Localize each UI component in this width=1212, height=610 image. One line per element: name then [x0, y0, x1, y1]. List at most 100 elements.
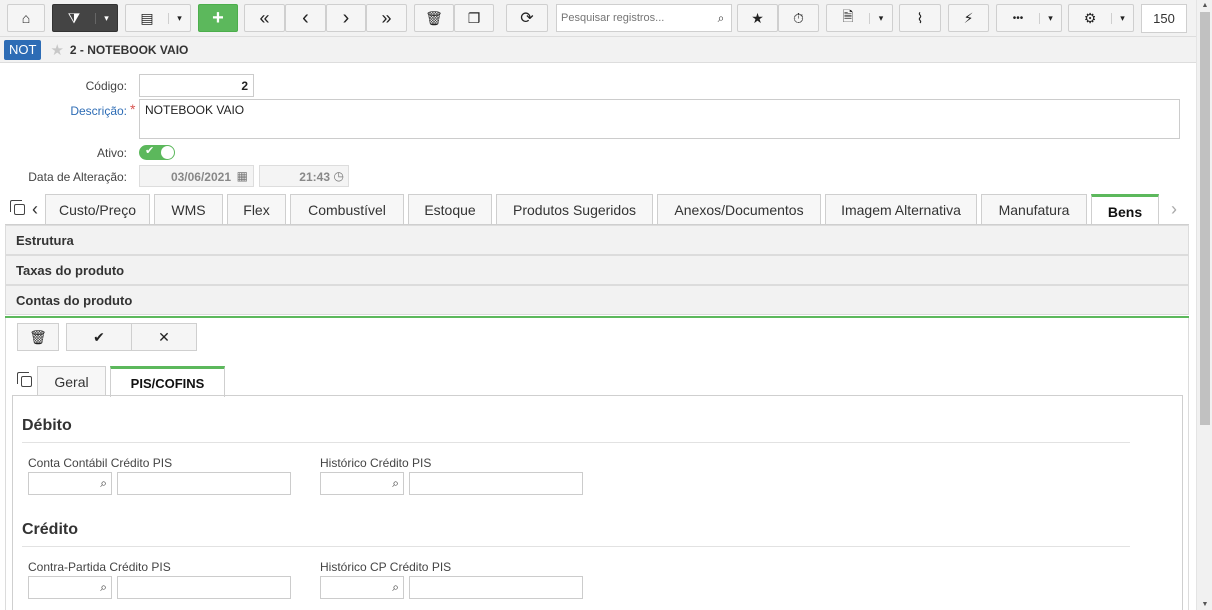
- copy-tabs-icon[interactable]: [10, 200, 25, 215]
- tab-imagem-alternativa[interactable]: Imagem Alternativa: [825, 194, 977, 225]
- accordion-taxas-produto[interactable]: Taxas do produto: [5, 255, 1189, 285]
- historico-cp-credito-pis-input[interactable]: ⌕: [320, 576, 404, 599]
- contra-partida-credito-pis-description: [117, 576, 291, 599]
- data-alteracao-label: Data de Alteração:: [28, 170, 127, 184]
- more-button[interactable]: ••• ▾: [996, 4, 1062, 32]
- trash-icon: 🗑: [425, 9, 443, 26]
- contra-partida-credito-pis-label: Contra-Partida Crédito PIS: [28, 560, 171, 574]
- tab-estoque[interactable]: Estoque: [408, 194, 492, 225]
- historico-cp-credito-pis-description: [409, 576, 583, 599]
- home-button[interactable]: ⌂: [7, 4, 45, 32]
- record-header: NOT ★ 2 - NOTEBOOK VAIO: [0, 37, 1196, 63]
- historico-credito-pis-description: [409, 472, 583, 495]
- duplicate-button[interactable]: ❐: [454, 4, 494, 32]
- subtab-pis-cofins[interactable]: PIS/COFINS: [110, 366, 225, 397]
- delete-row-button[interactable]: 🗑: [17, 323, 59, 351]
- chevron-down-icon: ▾: [95, 12, 117, 24]
- required-mark: *: [130, 101, 136, 117]
- descricao-textarea[interactable]: NOTEBOOK VAIO: [139, 99, 1180, 139]
- codigo-field[interactable]: 2: [139, 74, 254, 97]
- record-title: 2 - NOTEBOOK VAIO: [69, 42, 189, 57]
- record-count[interactable]: 150: [1141, 4, 1187, 33]
- ativo-toggle[interactable]: ✔: [139, 145, 175, 160]
- tab-combustivel[interactable]: Combustível: [290, 194, 404, 225]
- confirm-button[interactable]: ✔: [66, 323, 132, 351]
- historico-credito-pis-label: Histórico Crédito PIS: [320, 456, 432, 470]
- double-chevron-right-icon: »: [381, 7, 392, 28]
- tab-bens[interactable]: Bens: [1091, 194, 1159, 226]
- chevron-down-icon: ▾: [869, 12, 892, 24]
- tab-scroll-left-icon[interactable]: ‹: [32, 199, 38, 220]
- double-chevron-left-icon: «: [259, 7, 270, 28]
- search-icon[interactable]: ⌕: [392, 476, 399, 491]
- gear-icon: ⚙: [1083, 9, 1097, 26]
- debito-section-title: Débito: [22, 417, 72, 434]
- data-alteracao-date-field: 03/06/2021 ▦: [139, 165, 254, 187]
- previous-record-button[interactable]: ‹: [285, 4, 326, 32]
- descricao-label: Descrição:: [70, 104, 127, 118]
- favorite-button[interactable]: ★: [737, 4, 778, 32]
- timer-button[interactable]: ⏱: [778, 4, 819, 32]
- tab-flex[interactable]: Flex: [227, 194, 286, 225]
- page-scrollbar[interactable]: ▲ ▼: [1196, 0, 1212, 610]
- historico-cp-credito-pis-label: Histórico CP Crédito PIS: [320, 560, 452, 574]
- debito-divider: [22, 442, 1130, 443]
- codigo-label: Código:: [85, 79, 127, 93]
- accordion-estrutura[interactable]: Estrutura: [5, 225, 1189, 255]
- lightning-icon: ⚡: [963, 9, 974, 26]
- star-icon: ★: [751, 9, 764, 26]
- chevron-left-icon: ‹: [302, 6, 309, 29]
- favorite-star-icon[interactable]: ★: [50, 41, 63, 59]
- list-icon: ▤: [140, 9, 154, 26]
- time-value: 21:43: [299, 170, 330, 184]
- conta-contabil-credito-pis-description: [117, 472, 291, 495]
- chevron-down-icon: ▾: [1111, 12, 1133, 24]
- report-button[interactable]: 🗎 ▾: [826, 4, 893, 32]
- chevron-down-icon: ▾: [168, 12, 190, 24]
- list-view-button[interactable]: ▤ ▾: [125, 4, 191, 32]
- tab-anexos-documentos[interactable]: Anexos/Documentos: [657, 194, 821, 225]
- chevron-right-icon: ›: [342, 6, 350, 29]
- toggle-knob: [161, 146, 174, 159]
- document-icon: 🗎: [842, 8, 854, 24]
- last-record-button[interactable]: »: [366, 4, 407, 32]
- copy-subtabs-icon[interactable]: [17, 372, 32, 387]
- scroll-up-icon[interactable]: ▲: [1197, 2, 1212, 9]
- filter-icon: ⧩: [67, 9, 81, 26]
- clock-icon: ◷: [333, 169, 344, 183]
- settings-button[interactable]: ⚙ ▾: [1068, 4, 1134, 32]
- trash-icon: 🗑: [29, 328, 47, 345]
- scroll-down-icon[interactable]: ▼: [1197, 601, 1212, 608]
- refresh-button[interactable]: ⟳: [506, 4, 548, 32]
- search-icon[interactable]: ⌕: [100, 476, 107, 491]
- tab-custo-preco[interactable]: Custo/Preço: [45, 194, 150, 225]
- tab-produtos-sugeridos[interactable]: Produtos Sugeridos: [496, 194, 653, 225]
- check-icon: ✔: [145, 145, 155, 157]
- delete-button[interactable]: 🗑: [414, 4, 454, 32]
- contra-partida-credito-pis-input[interactable]: ⌕: [28, 576, 112, 599]
- filter-button[interactable]: ⧩ ▾: [52, 4, 118, 32]
- search-icon[interactable]: ⌕: [100, 580, 107, 595]
- tab-scroll-right-icon[interactable]: ›: [1171, 199, 1177, 220]
- close-icon: ✕: [158, 328, 170, 345]
- next-record-button[interactable]: ›: [326, 4, 366, 32]
- scroll-thumb[interactable]: [1200, 12, 1210, 425]
- conta-contabil-credito-pis-label: Conta Contábil Crédito PIS: [28, 456, 173, 470]
- cancel-button[interactable]: ✕: [131, 323, 197, 351]
- module-tag: NOT: [4, 39, 42, 60]
- search-input[interactable]: [557, 5, 711, 31]
- first-record-button[interactable]: «: [244, 4, 285, 32]
- historico-credito-pis-input[interactable]: ⌕: [320, 472, 404, 495]
- actions-button[interactable]: ⚡: [948, 4, 989, 32]
- tab-manufatura[interactable]: Manufatura: [981, 194, 1087, 225]
- accordion-contas-produto[interactable]: Contas do produto: [5, 285, 1189, 315]
- add-button[interactable]: +: [198, 4, 238, 32]
- home-icon: ⌂: [21, 10, 31, 26]
- attachment-button[interactable]: ⌇: [899, 4, 941, 32]
- credito-section-title: Crédito: [22, 521, 78, 538]
- tab-wms[interactable]: WMS: [154, 194, 223, 225]
- subtab-geral[interactable]: Geral: [37, 366, 106, 396]
- conta-contabil-credito-pis-input[interactable]: ⌕: [28, 472, 112, 495]
- search-icon[interactable]: ⌕: [711, 11, 731, 26]
- search-icon[interactable]: ⌕: [392, 580, 399, 595]
